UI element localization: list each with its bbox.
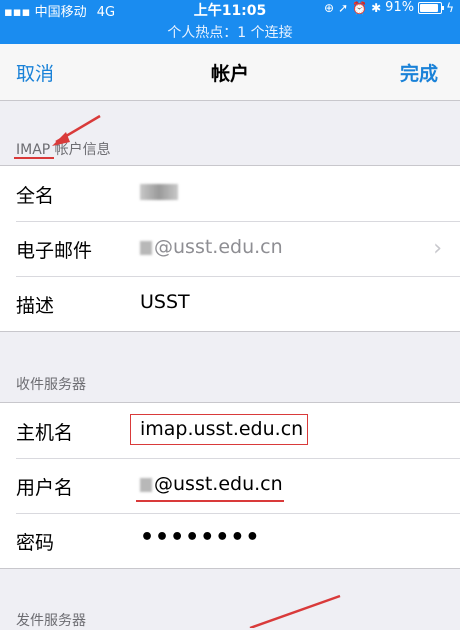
battery-percent: 91% (385, 0, 415, 15)
location-icon: ➚ (338, 0, 349, 15)
highlight-box (130, 414, 308, 445)
email-domain: @usst.edu.cn (154, 236, 283, 258)
username-domain: @usst.edu.cn (154, 473, 283, 495)
redacted-email-user (140, 240, 152, 255)
redacted-username (140, 477, 152, 492)
battery-fill (420, 3, 439, 12)
password-row[interactable]: 密码 •••••••• (0, 513, 460, 568)
imap-account-group: 全名 电子邮件 @usst.edu.cn › 描述 USST (0, 165, 460, 332)
fullname-row[interactable]: 全名 (0, 166, 460, 221)
redacted-name (140, 183, 178, 200)
hostname-label: 主机名 (16, 422, 74, 444)
battery-icon (418, 1, 445, 14)
account-info-label: 帐户信息 (50, 142, 111, 158)
incoming-server-group: 主机名 imap.usst.edu.cn 用户名 @usst.edu.cn 密码… (0, 402, 460, 569)
page-title: 帐户 (210, 63, 249, 85)
highlight-underline (136, 500, 284, 502)
email-label: 电子邮件 (16, 240, 93, 262)
password-label: 密码 (16, 532, 55, 554)
done-button[interactable]: 完成 (400, 59, 438, 86)
alarm-icon: ⏰ (352, 0, 368, 15)
hotspot-banner[interactable]: 个人热点：1 个连接 (0, 22, 460, 42)
fullname-label: 全名 (16, 185, 55, 207)
cancel-button[interactable]: 取消 (16, 59, 54, 86)
imap-section-header: IMAP 帐户信息 (16, 139, 111, 159)
incoming-section-header: 收件服务器 (16, 377, 86, 393)
bluetooth-icon: ✱ (371, 0, 382, 15)
email-value: @usst.edu.cn (140, 236, 283, 258)
password-field[interactable]: •••••••• (140, 525, 261, 550)
status-bar: ▪▪▪ 中国移动 4G 上午11:05 ⊕ ➚ ⏰ ✱ 91% ϟ 个人热点：1… (0, 0, 460, 44)
username-label: 用户名 (16, 477, 74, 499)
rotation-lock-icon: ⊕ (324, 0, 335, 15)
hostname-row[interactable]: 主机名 imap.usst.edu.cn (0, 403, 460, 458)
description-label: 描述 (16, 295, 55, 317)
username-row[interactable]: 用户名 @usst.edu.cn (0, 458, 460, 513)
outgoing-section-header: 发件服务器 (16, 613, 86, 629)
username-field[interactable]: @usst.edu.cn (140, 473, 283, 495)
status-icons: ⊕ ➚ ⏰ ✱ 91% ϟ (324, 0, 454, 15)
email-row[interactable]: 电子邮件 @usst.edu.cn › (0, 221, 460, 276)
chevron-right-icon: › (433, 236, 442, 261)
description-row[interactable]: 描述 USST (0, 276, 460, 331)
imap-label: IMAP (16, 142, 51, 158)
charging-icon: ϟ (446, 0, 454, 15)
arrow-annotation-bottom (249, 594, 341, 628)
fullname-field[interactable] (140, 181, 178, 203)
navigation-bar: 取消 帐户 完成 (0, 44, 460, 101)
description-field[interactable]: USST (140, 291, 190, 313)
